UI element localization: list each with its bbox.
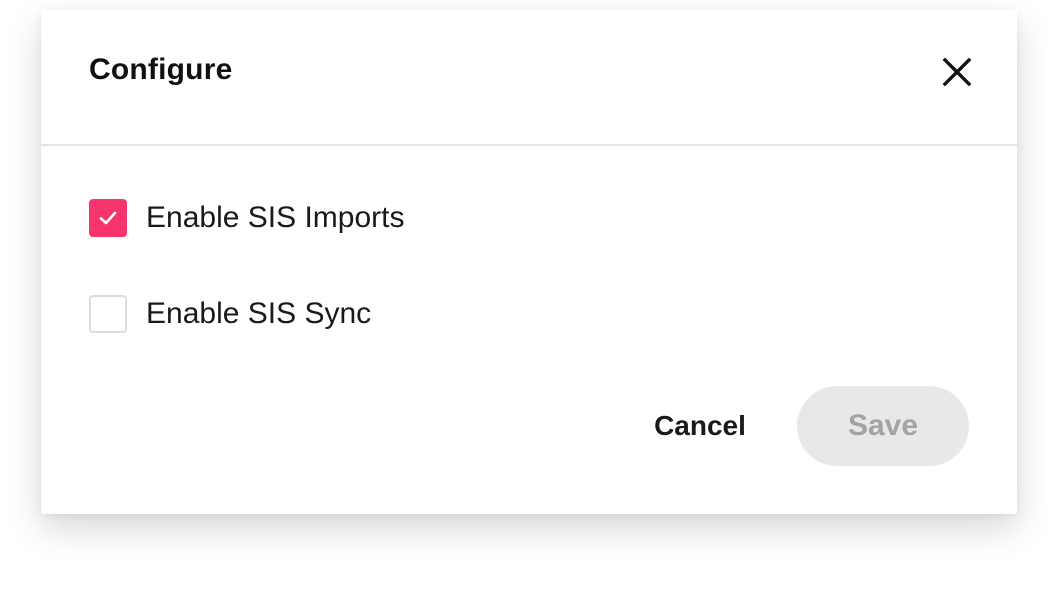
enable-sis-imports-checkbox[interactable] [89,199,127,237]
option-enable-sis-sync[interactable]: Enable SIS Sync [89,293,371,335]
enable-sis-sync-checkbox[interactable] [89,295,127,333]
enable-sis-imports-label: Enable SIS Imports [146,201,405,234]
close-button[interactable] [937,52,977,92]
option-enable-sis-imports[interactable]: Enable SIS Imports [89,197,404,239]
enable-sis-sync-label: Enable SIS Sync [146,297,372,330]
dialog-title: Configure [89,53,233,86]
dialog-header: Configure [41,10,1017,146]
close-icon [942,57,972,87]
configure-dialog: Configure Enable SIS Imports Enable SIS … [41,10,1017,514]
cancel-button[interactable]: Cancel [635,386,765,466]
save-button[interactable]: Save [797,386,969,466]
checkmark-icon [99,211,117,225]
